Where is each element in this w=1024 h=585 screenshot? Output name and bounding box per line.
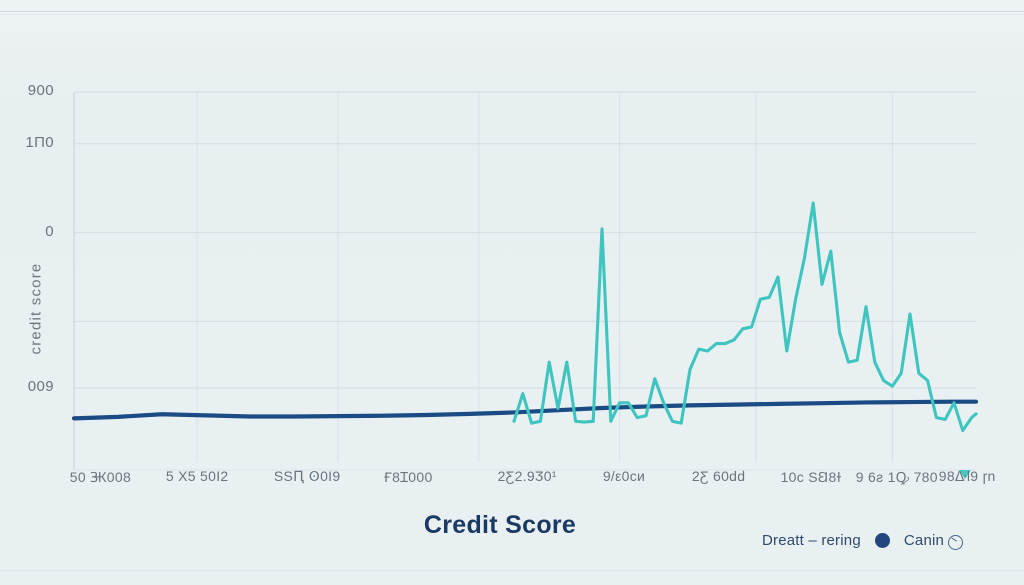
plot-area xyxy=(0,0,1024,585)
chart-title-text: Credit Score xyxy=(423,511,577,539)
legend-ring-icon xyxy=(948,535,964,550)
series-lines xyxy=(71,201,979,433)
y-tick-label-0: 900 xyxy=(27,82,54,99)
legend-item-label-0[interactable]: Dreatt – rering xyxy=(762,532,861,549)
x-tick-label-8: 9 6ƨ 1Ꝙ 780 xyxy=(855,469,938,485)
x-tick-label-7: 10ᴄ SꞚ8ɫ xyxy=(780,469,842,485)
chart-canvas: 900 1П0 0 009 credit score 50 Ꚅ008 5 Х5 50I2… xyxy=(0,0,1024,585)
y-tick-label-1: 1П0 xyxy=(25,133,54,151)
chart-legend: Dreatt – rering Canin xyxy=(762,532,964,550)
x-tick-label-0: 50 Ꚅ008 xyxy=(69,469,132,485)
gridlines xyxy=(74,91,976,462)
chart-svg xyxy=(71,91,979,479)
legend-item-1[interactable]: Canin xyxy=(903,532,964,550)
legend-swatch-dot[interactable] xyxy=(874,533,890,548)
legend-item-label-1: Canin xyxy=(903,532,945,549)
x-tick-label-4: 2Ƹ2.9Ӡ0¹ xyxy=(497,468,557,484)
y-axis-label: credit score xyxy=(27,262,45,355)
x-tick-label-1: 5 Х5 50I2 xyxy=(165,468,229,484)
x-tick-label-6: 2Ƹ 60dԁ xyxy=(691,468,746,484)
x-tick-label-9: 98ᐏƖ9 ɼn xyxy=(938,468,996,484)
x-tick-label-5: 9/ε0ᴄᴎ xyxy=(602,468,646,484)
series-line-1 xyxy=(512,201,978,433)
x-tick-label-3: Ғ8Ɪ000 xyxy=(384,469,433,485)
x-tick-label-2: SSԤ Ꙩ0I9 xyxy=(273,468,341,484)
